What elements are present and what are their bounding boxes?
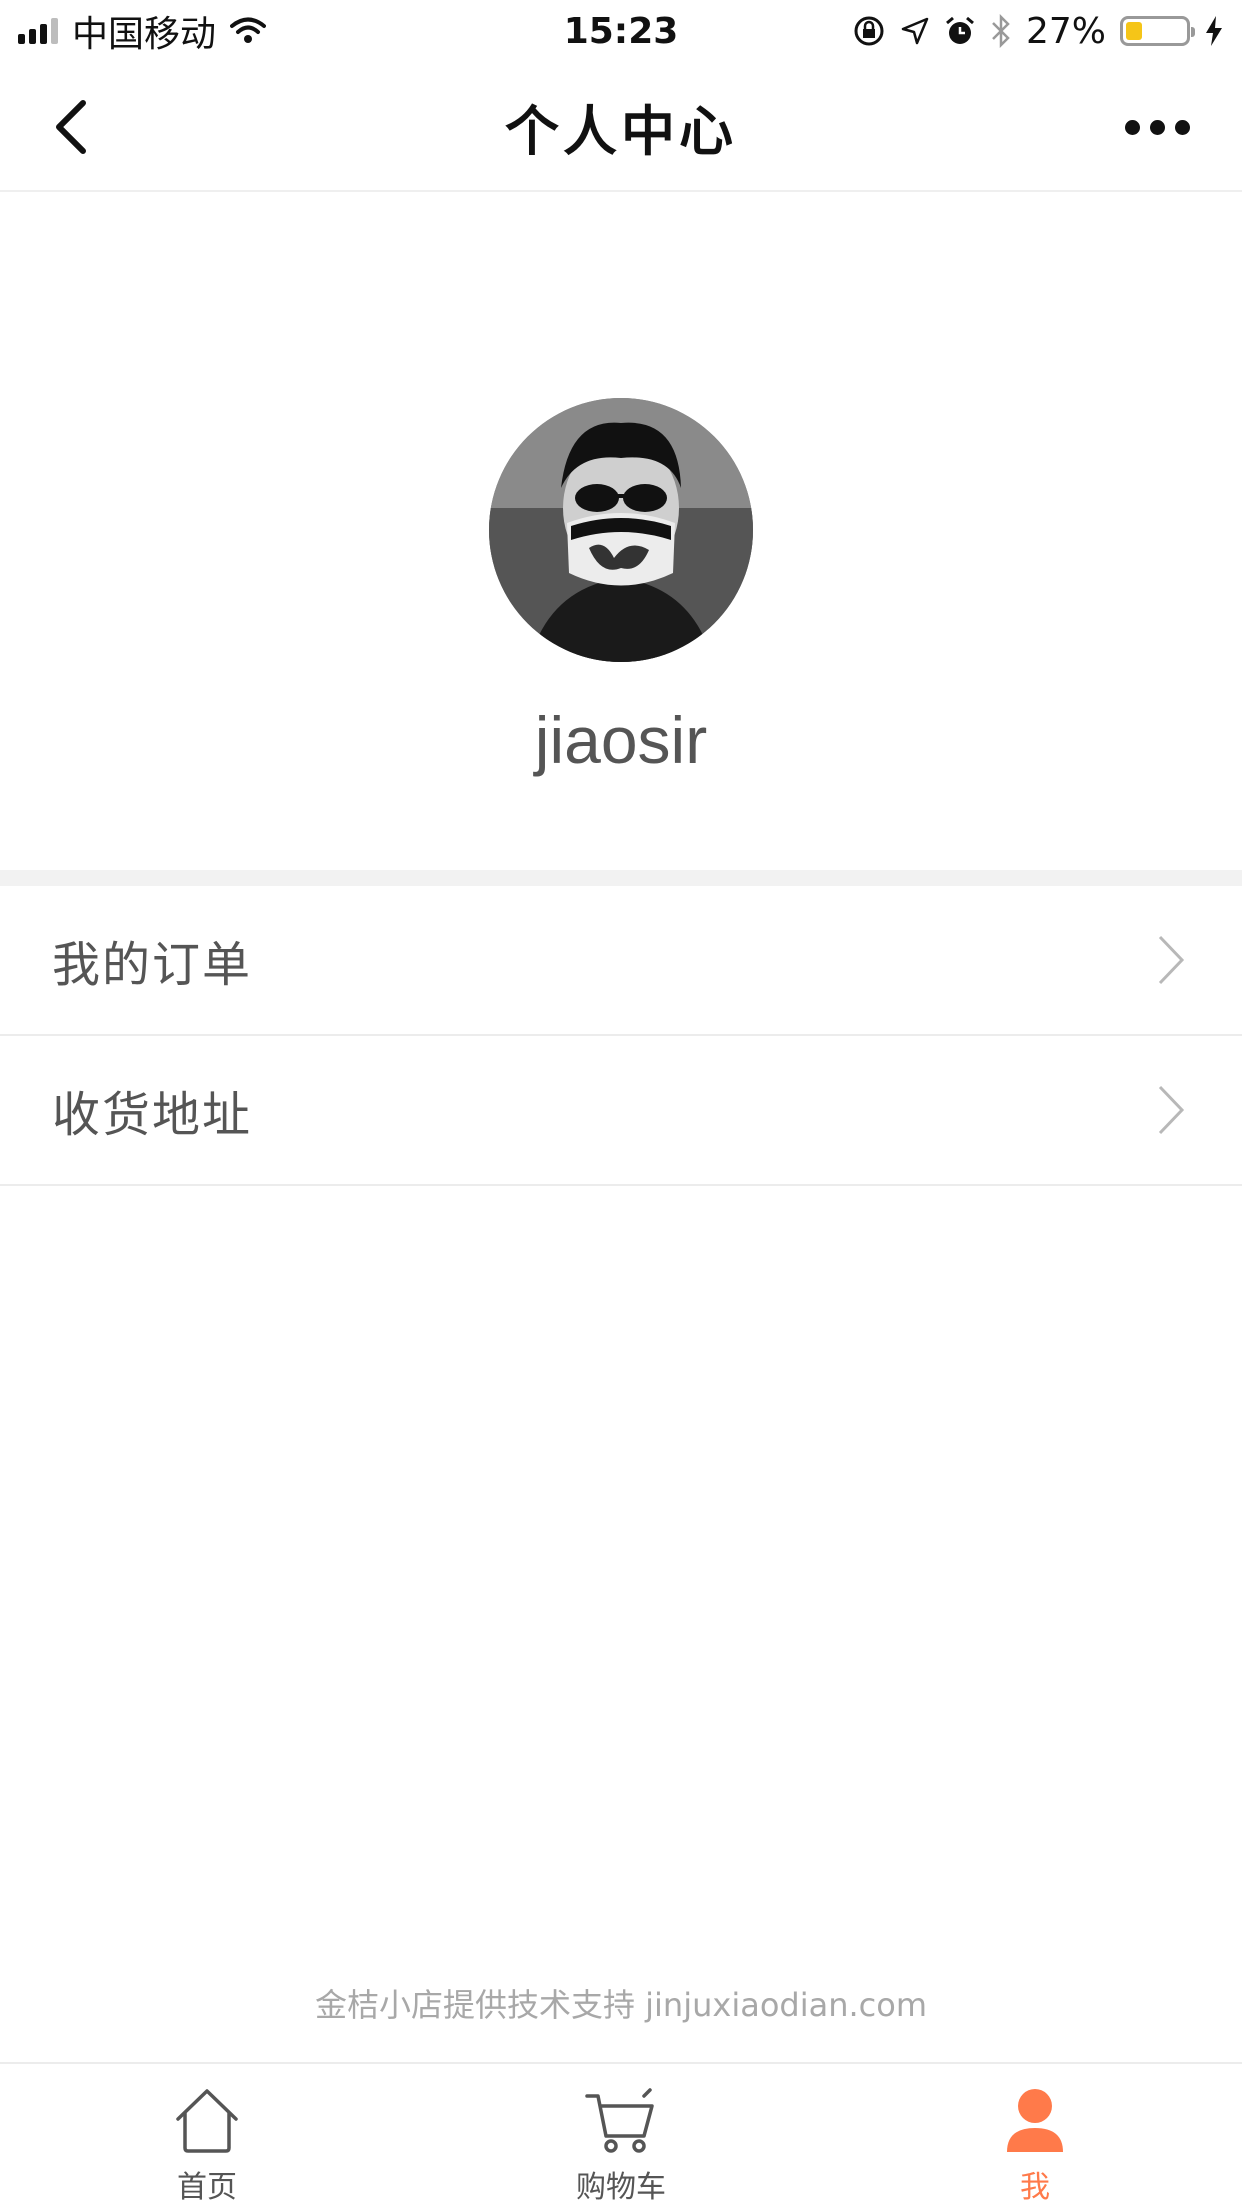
- more-dot-icon: [1174, 119, 1190, 135]
- tab-label: 首页: [177, 2170, 237, 2205]
- battery-icon: [1120, 16, 1195, 46]
- battery-percent: 27%: [1025, 10, 1106, 52]
- chevron-right-icon: [1158, 935, 1185, 985]
- carrier-label: 中国移动: [72, 14, 217, 55]
- chevron-left-icon: [56, 100, 86, 154]
- charging-icon: [1206, 16, 1222, 46]
- back-button[interactable]: [36, 92, 106, 162]
- username: jiaosir: [534, 703, 708, 777]
- avatar-photo: [489, 398, 753, 662]
- home-icon: [176, 2089, 238, 2153]
- menu-list: 我的订单 收货地址: [0, 886, 1242, 1186]
- location-icon: [901, 17, 929, 45]
- tab-cart[interactable]: 购物车: [414, 2064, 828, 2208]
- tab-home[interactable]: 首页: [0, 2064, 414, 2208]
- avatar[interactable]: [489, 398, 753, 662]
- orientation-lock-icon: [854, 16, 884, 46]
- bluetooth-icon: [992, 14, 1010, 48]
- cart-icon: [585, 2088, 654, 2153]
- section-divider: [0, 870, 1242, 886]
- footer-text: 金桔小店提供技术支持 jinjuxiaodian.com: [314, 1986, 928, 2024]
- status-left: 中国移动: [18, 5, 267, 57]
- alarm-icon: [946, 16, 974, 44]
- status-right: 27%: [852, 11, 1224, 52]
- wifi-icon: [230, 17, 267, 43]
- menu-item-label: 收货地址: [52, 1087, 253, 1143]
- battery-fill: [1126, 22, 1142, 40]
- tab-label: 我: [1020, 2170, 1050, 2205]
- menu-item-orders[interactable]: 我的订单: [0, 886, 1242, 1036]
- profile-section: jiaosir: [0, 192, 1242, 870]
- person-icon: [1007, 2089, 1063, 2152]
- status-bar: 中国移动 15:23 27%: [0, 0, 1242, 62]
- menu-item-address[interactable]: 收货地址: [0, 1036, 1242, 1186]
- signal-icon: [18, 18, 58, 44]
- more-dot-icon: [1124, 119, 1140, 135]
- page-title: 个人中心: [505, 99, 737, 163]
- tab-label: 购物车: [576, 2170, 666, 2205]
- more-button[interactable]: [1112, 92, 1202, 162]
- menu-item-label: 我的订单: [52, 937, 253, 993]
- more-dot-icon: [1149, 119, 1165, 135]
- chevron-right-icon: [1158, 1085, 1185, 1135]
- tab-me[interactable]: 我: [828, 2064, 1242, 2208]
- tab-bar: 首页 购物车 我: [0, 2062, 1242, 2208]
- nav-bar: 个人中心: [0, 62, 1242, 192]
